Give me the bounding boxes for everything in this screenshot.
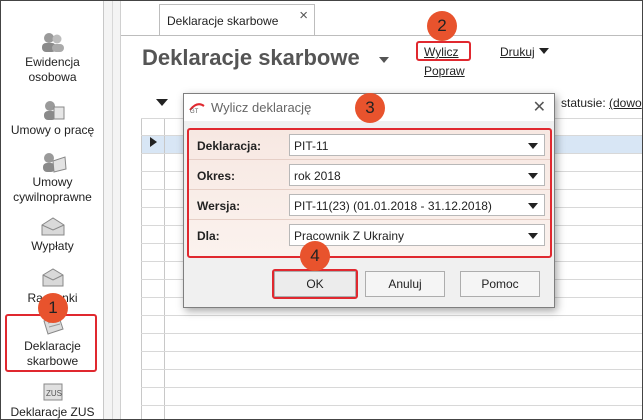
close-icon[interactable]: × [299,7,308,24]
grid-line [141,405,642,406]
svg-text:ZUS: ZUS [46,389,62,398]
sidebar-item-label: cywilnoprawne [13,190,92,204]
dla-select[interactable]: Pracownik Z Ukrainy [289,224,545,246]
step4-highlight [272,269,358,299]
sidebar-item-umowy-o-prace[interactable]: Umowy o pracę [1,99,104,138]
filter-dropdown-icon[interactable] [156,99,168,106]
sidebar-scrollbar[interactable] [104,1,121,419]
grid-line [141,333,642,334]
step4-badge: 4 [300,241,330,271]
step1-badge: 1 [38,293,68,323]
select-value: PIT-11(23) (01.01.2018 - 31.12.2018) [294,199,492,213]
status-filter-link[interactable]: (dowo [609,96,642,110]
sidebar-item-umowy-cywilnoprawne[interactable]: Umowy cywilnoprawne [1,151,104,205]
field-label: Okres: [197,169,236,183]
form-row-wersja: Wersja: PIT-11(23) (01.01.2018 - 31.12.2… [189,190,550,220]
help-button[interactable]: Pomoc [460,271,540,297]
tab-divider [121,35,642,36]
okres-select[interactable]: rok 2018 [289,164,545,186]
scrollbar-track [112,1,113,419]
wersja-select[interactable]: PIT-11(23) (01.01.2018 - 31.12.2018) [289,194,545,216]
people-icon [41,33,64,52]
sidebar-item-wyplaty[interactable]: Wypłaty [1,215,104,254]
step2-highlight [416,41,471,61]
chevron-down-icon[interactable] [528,173,538,179]
grid-line [141,351,642,352]
tab-deklaracje-skarbowe[interactable]: Deklaracje skarbowe × [159,4,315,35]
sidebar-item-label: Umowy [32,175,73,189]
zus-icon: ZUS [43,383,62,401]
status-label: statusie: [561,96,606,110]
field-label: Deklaracja: [197,139,262,153]
chevron-down-icon[interactable] [528,233,538,239]
sidebar-item-label: Wypłaty [31,239,74,253]
app-window: Ewidencja osobowa Umowy o pracę Umowy cy… [0,0,643,420]
page-title: Deklaracje skarbowe [142,45,360,70]
tab-label: Deklaracje skarbowe [167,14,279,28]
chevron-down-icon[interactable] [379,57,389,63]
app-logo-icon: GT [189,103,205,114]
grid-line [164,118,165,419]
cancel-button[interactable]: Anuluj [365,271,445,297]
dialog-form: Deklaracja: PIT-11 Okres: rok 2018 Wersj… [187,128,552,258]
step2-badge: 2 [427,11,457,41]
form-row-dla: Dla: Pracownik Z Ukrainy [189,220,550,250]
sidebar-item-label: Deklaracje ZUS [10,405,95,419]
row-pointer-icon [150,137,157,147]
chevron-down-icon[interactable] [528,143,538,149]
civil-contract-icon [42,153,67,173]
drukuj-link[interactable]: Drukuj [500,45,535,59]
field-label: Dla: [197,229,220,243]
chevron-down-icon[interactable] [539,48,549,54]
chevron-down-icon[interactable] [528,203,538,209]
select-value: rok 2018 [294,169,341,183]
select-value: PIT-11 [294,139,329,153]
deklaracja-select[interactable]: PIT-11 [289,134,545,156]
grid-line [141,118,142,419]
grid-line [141,315,642,316]
sidebar-item-label: osobowa [28,70,77,84]
step3-badge: 3 [355,93,385,123]
grid-line [141,387,642,388]
form-row-deklaracja: Deklaracja: PIT-11 [189,130,550,160]
contract-icon [43,101,64,120]
close-icon[interactable]: ✕ [533,97,546,117]
field-label: Wersja: [197,199,241,213]
bills-icon [42,268,63,287]
wylicz-deklaracje-dialog: GT Wylicz deklarację ✕ Deklaracja: PIT-1… [183,93,555,308]
payout-envelope-icon [41,217,64,236]
popraw-link[interactable]: Popraw [424,64,465,78]
sidebar-item-deklaracje-zus[interactable]: ZUS Deklaracje ZUS [1,381,104,419]
sidebar-item-label: Umowy o pracę [10,123,95,137]
sidebar-item-label: Ewidencja [25,55,80,69]
svg-text:GT: GT [190,109,199,114]
sidebar-item-ewidencja[interactable]: Ewidencja osobowa [1,31,104,85]
form-row-okres: Okres: rok 2018 [189,160,550,190]
dialog-title: Wylicz deklarację [211,100,312,115]
grid-line [141,369,642,370]
